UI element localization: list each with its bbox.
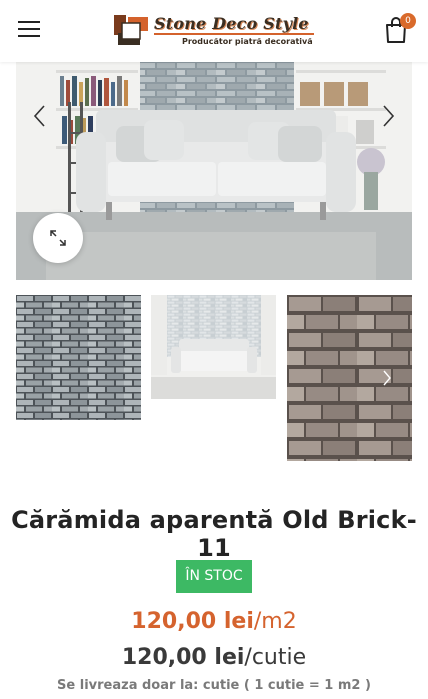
thumbnail-2[interactable] [151,295,276,399]
hamburger-menu-icon[interactable] [18,20,40,38]
delivery-note: Se livreaza doar la: cutie ( 1 cutie = 1… [57,678,371,693]
price-box-unit: /cutie [244,645,307,670]
price-box-amount: 120,00 lei [121,645,245,670]
cart-count-badge[interactable]: 0 [400,13,416,29]
site-header: Stone Deco Style Producător piatră decor… [0,0,428,62]
logo-mark-icon [114,15,148,45]
price-per-m2: 120,00 lei/m2 [0,609,428,634]
thumbnail-3[interactable] [287,295,412,461]
product-title: Cărămida aparentă Old Brick-11 [11,506,417,562]
thumbnail-next-icon[interactable] [382,370,392,386]
logo-title: Stone Deco Style [154,14,309,33]
logo-underline [154,33,314,35]
zoom-button[interactable] [33,213,83,263]
stock-status-badge: ÎN STOC [176,560,252,593]
price-m2-amount: 120,00 lei [131,609,254,634]
chevron-left-icon[interactable] [32,104,46,128]
logo-subtitle: Producător piatră decorativă [182,37,313,46]
site-logo[interactable]: Stone Deco Style Producător piatră decor… [112,10,318,50]
price-per-box: 120,00 lei/cutie [0,645,428,670]
price-m2-unit: /m2 [253,609,297,634]
expand-icon [50,230,66,246]
chevron-right-icon[interactable] [382,104,396,128]
thumbnail-1[interactable] [16,295,141,420]
